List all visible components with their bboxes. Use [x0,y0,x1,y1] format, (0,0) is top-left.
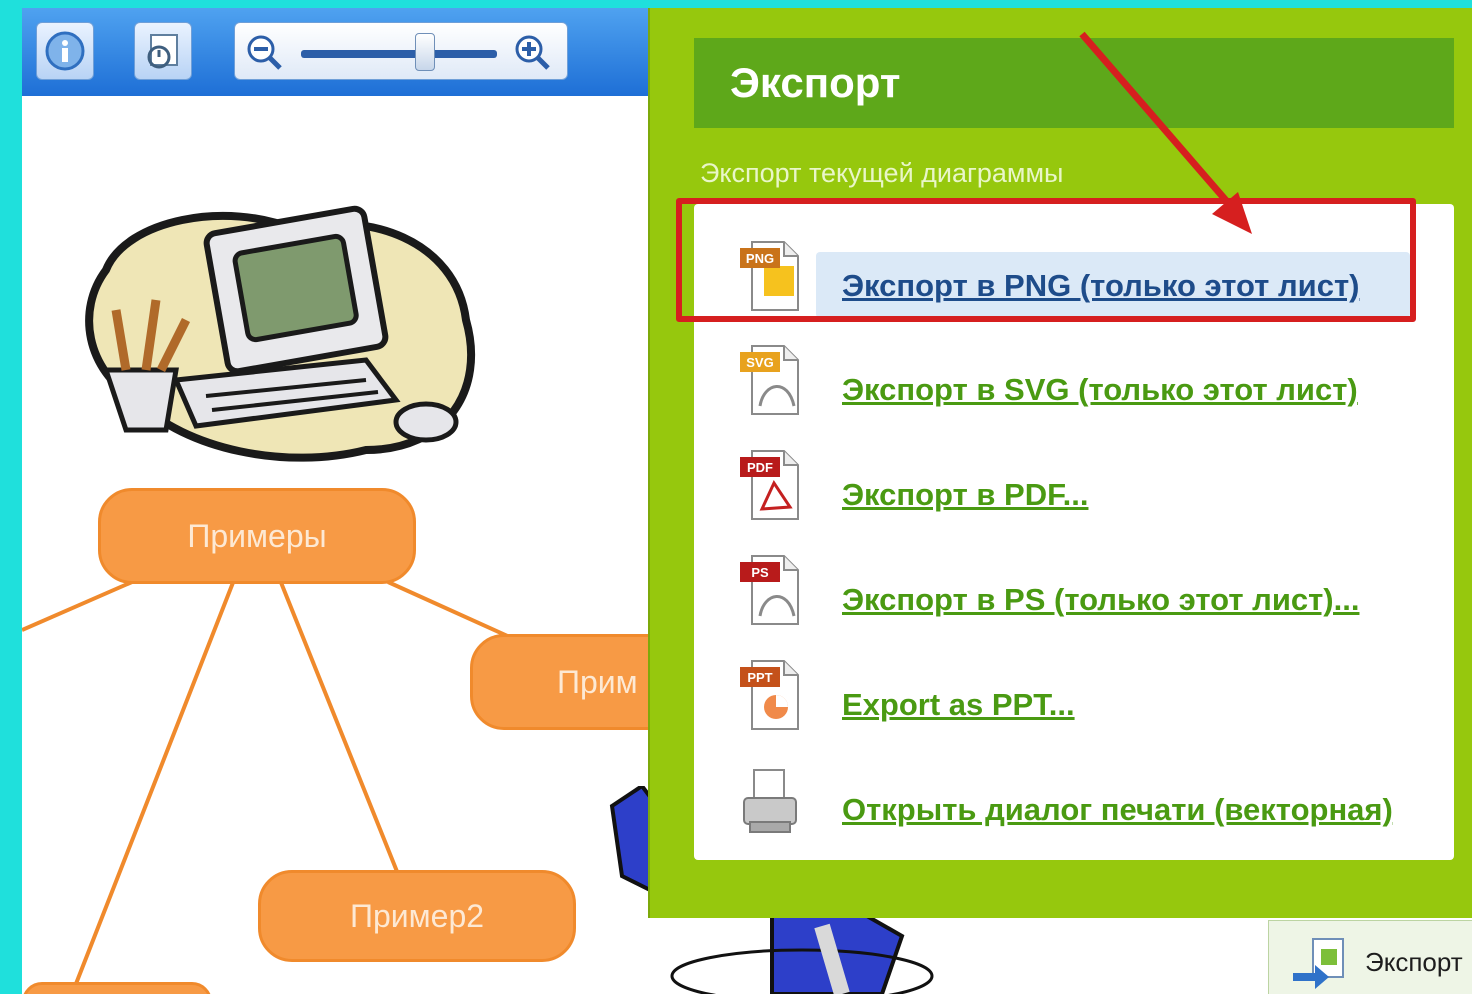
pointer-arrow [1079,31,1252,234]
